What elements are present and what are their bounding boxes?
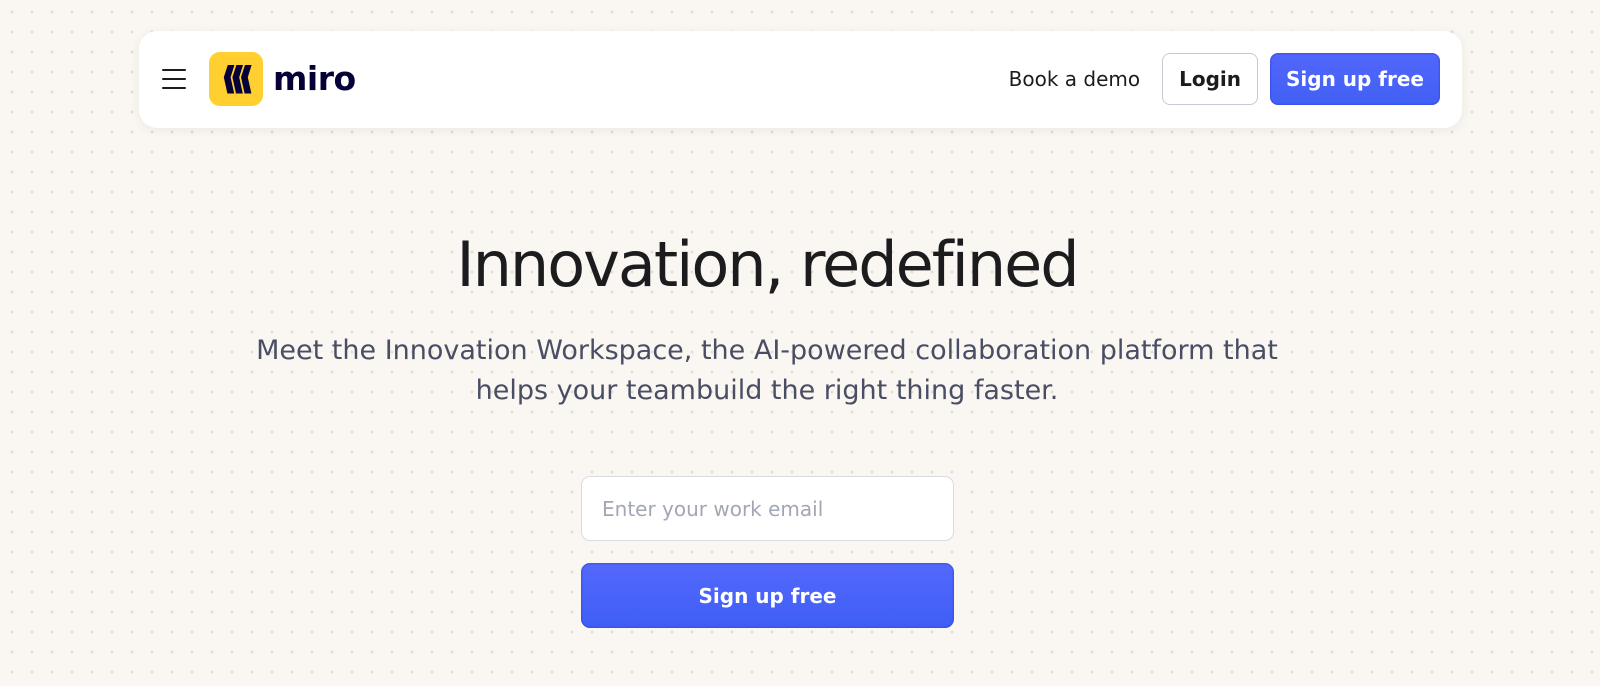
book-demo-link[interactable]: Book a demo (1009, 67, 1140, 91)
work-email-input[interactable] (581, 476, 954, 541)
hero-title: Innovation, redefined (456, 228, 1079, 301)
nav-signup-button[interactable]: Sign up free (1270, 53, 1440, 105)
nav-actions: Book a demo Login Sign up free (1009, 52, 1440, 106)
top-navbar: miro Book a demo Login Sign up free (139, 31, 1462, 128)
miro-logo-icon (209, 52, 263, 106)
logo-wordmark: miro (273, 59, 356, 98)
miro-logo[interactable]: miro (209, 52, 356, 106)
menu-line (162, 78, 186, 80)
hero-signup-button[interactable]: Sign up free (581, 563, 954, 628)
menu-line (162, 87, 186, 89)
hamburger-menu-icon[interactable] (161, 67, 187, 91)
menu-line (162, 69, 186, 71)
hero-subtitle: Meet the Innovation Workspace, the AI-po… (256, 335, 1278, 406)
login-button[interactable]: Login (1162, 53, 1258, 105)
